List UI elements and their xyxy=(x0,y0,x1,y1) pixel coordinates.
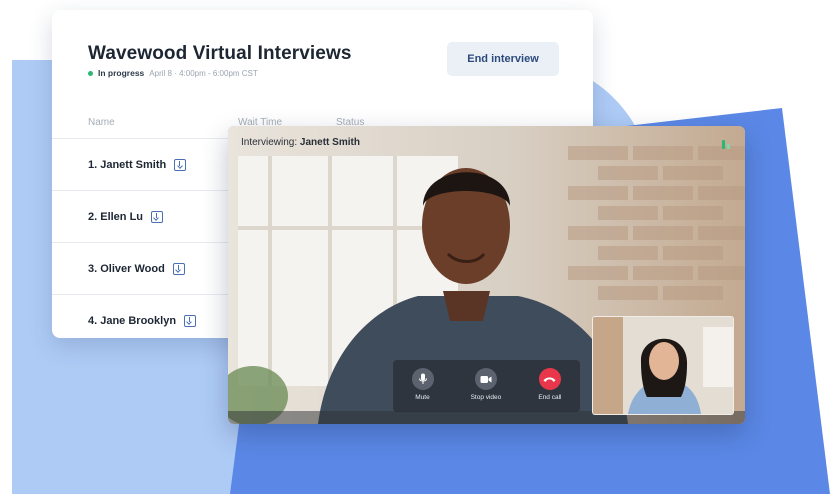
self-view-video[interactable] xyxy=(592,316,734,415)
schedule-text: April 8 · 4:00pm - 6:00pm CST xyxy=(149,68,258,78)
session-status: In progress April 8 · 4:00pm - 6:00pm CS… xyxy=(88,68,258,78)
video-camera-icon xyxy=(474,368,497,390)
microphone-icon xyxy=(411,368,434,390)
self-view-feed xyxy=(593,317,733,414)
candidate-name: 4. Jane Brooklyn xyxy=(88,314,177,327)
hang-up-icon xyxy=(538,368,561,390)
mute-label: Mute xyxy=(415,394,430,401)
call-controls-bar: Mute Stop video End call xyxy=(393,360,580,412)
candidate-name: 1. Janett Smith xyxy=(88,158,167,171)
download-icon[interactable] xyxy=(174,158,187,171)
stop-video-button[interactable]: Stop video xyxy=(470,368,502,401)
bar-chart-icon xyxy=(722,140,730,149)
interviewing-label: Interviewing: Janett Smith xyxy=(241,137,360,148)
interviewing-name: Janett Smith xyxy=(299,137,360,148)
stop-video-label: Stop video xyxy=(470,394,502,401)
candidate-name: 3. Oliver Wood xyxy=(88,262,165,275)
end-call-button[interactable]: End call xyxy=(538,368,561,401)
column-header-name[interactable]: Name xyxy=(88,117,115,128)
video-call-window: Interviewing: Janett Smith Mute Stop vid… xyxy=(228,126,745,424)
download-icon[interactable] xyxy=(172,262,185,275)
panel-title: Wavewood Virtual Interviews xyxy=(88,43,352,64)
download-icon[interactable] xyxy=(151,210,164,223)
status-text: In progress xyxy=(98,68,145,78)
interviewing-prefix: Interviewing: xyxy=(241,137,300,148)
download-icon[interactable] xyxy=(184,314,197,327)
candidate-name: 2. Ellen Lu xyxy=(88,210,144,223)
end-call-label: End call xyxy=(538,394,562,401)
mute-button[interactable]: Mute xyxy=(411,368,434,401)
end-interview-button[interactable]: End interview xyxy=(447,42,559,76)
status-dot-icon xyxy=(88,70,93,76)
